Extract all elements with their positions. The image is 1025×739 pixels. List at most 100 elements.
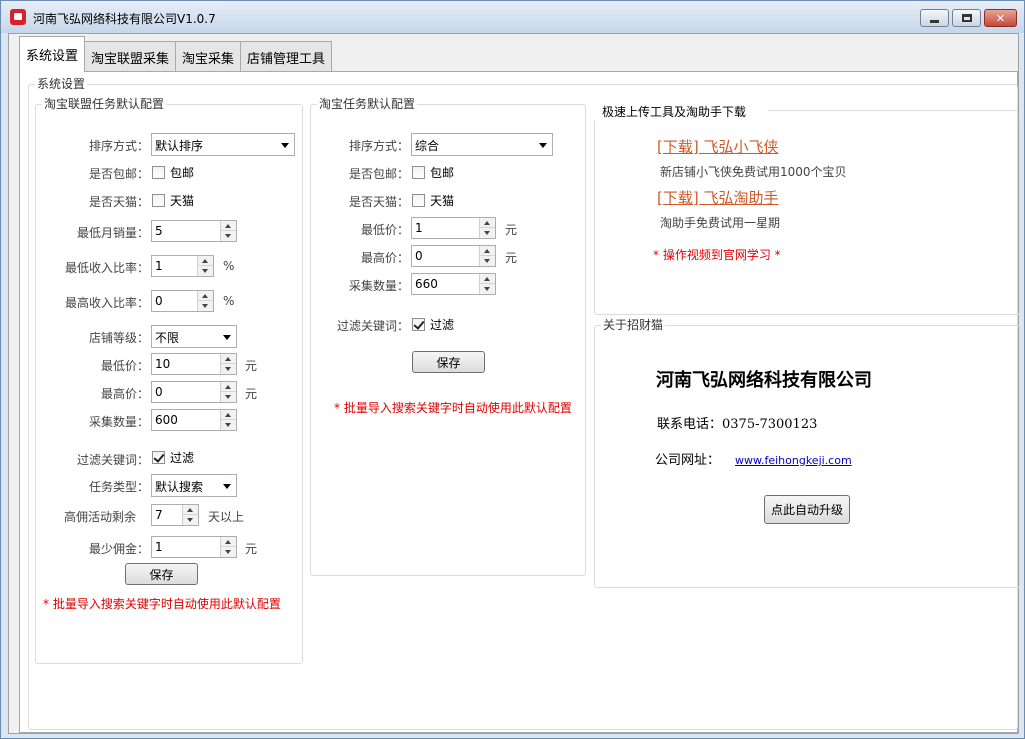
stepper-down-icon[interactable] [480,284,495,294]
min-price-label: 最低价： [360,223,409,237]
title-bar[interactable]: 河南飞弘网络科技有限公司V1.0.7 ✕ [1,1,1024,33]
min-price-label: 最低价： [100,359,149,373]
stepper-down-icon[interactable] [198,266,213,276]
tmall-checkbox[interactable]: 天猫 [412,192,454,209]
alliance-save-button[interactable]: 保存 [125,563,198,585]
xiaofeixia-desc: 新店铺小飞侠免费试用1000个宝贝 [660,165,847,179]
stepper-value: 5 [155,224,163,238]
min-price-stepper[interactable]: 10 [151,353,237,375]
checkbox-box [412,318,425,331]
stepper-value: 1 [415,221,423,235]
stepper-up-icon[interactable] [183,505,198,515]
tmall-label: 是否天猫： [348,195,409,209]
shop-level-label: 店铺等级： [88,331,149,345]
stepper-up-icon[interactable] [198,256,213,266]
sort-select[interactable]: 默认排序 [151,133,295,156]
website-link[interactable]: www.feihongkeji.com [735,454,852,467]
checkbox-box [152,451,165,464]
stepper-up-icon[interactable] [198,291,213,301]
stepper-value: 660 [415,277,438,291]
chevron-down-icon [539,143,547,148]
stepper-down-icon[interactable] [221,231,236,241]
minimize-button[interactable] [920,9,949,27]
tab-alliance-collect[interactable]: 淘宝联盟采集 [84,41,177,72]
tab-shop-tools[interactable]: 店铺管理工具 [240,41,333,72]
download-taozhushou-link[interactable]: [下载] 飞弘淘助手 [657,187,778,208]
min-price-stepper[interactable]: 1 [411,217,496,239]
tmall-label: 是否天猫： [88,195,149,209]
chevron-down-icon [223,484,231,489]
filter-checkbox[interactable]: 过滤 [152,449,194,466]
tab-panel: 系统设置 淘宝联盟任务默认配置 排序方式： 默认排序 是否包邮： 包邮 是否天猫… [19,71,1020,733]
max-ratio-label: 最高收入比率： [64,296,149,310]
stepper-down-icon[interactable] [221,547,236,557]
client-area: 系统设置 淘宝联盟采集 淘宝采集 店铺管理工具 系统设置 淘宝联盟任务默认配置 … [8,33,1020,734]
app-window: 河南飞弘网络科技有限公司V1.0.7 ✕ 系统设置 淘宝联盟采集 淘宝采集 店铺… [0,0,1025,739]
stepper-down-icon[interactable] [183,515,198,525]
divider [768,110,1018,111]
group-title: 关于招财猫 [601,318,666,332]
stepper-down-icon[interactable] [480,228,495,238]
activity-stepper[interactable]: 7 [151,504,199,526]
filter-checkbox[interactable]: 过滤 [412,316,454,333]
max-price-unit: 元 [245,387,258,401]
checkbox-text: 过滤 [430,318,455,332]
count-label: 采集数量： [348,279,409,293]
tab-taobao-collect[interactable]: 淘宝采集 [175,41,242,72]
tab-system-settings[interactable]: 系统设置 [19,36,86,72]
checkbox-text: 包邮 [430,166,455,180]
tmall-checkbox[interactable]: 天猫 [152,192,194,209]
download-section-title: 极速上传工具及淘助手下载 [602,105,747,119]
stepper-up-icon[interactable] [221,410,236,420]
max-price-stepper[interactable]: 0 [411,245,496,267]
window-title: 河南飞弘网络科技有限公司V1.0.7 [33,12,216,26]
sort-select[interactable]: 综合 [411,133,553,156]
sort-select-value: 默认排序 [155,139,204,153]
max-price-stepper[interactable]: 0 [151,381,237,403]
min-commission-label: 最少佣金： [88,542,149,556]
chevron-down-icon [281,143,289,148]
taozhushou-desc: 淘助手免费试用一星期 [660,216,781,230]
stepper-up-icon[interactable] [221,354,236,364]
task-type-select[interactable]: 默认搜索 [151,474,237,497]
free-ship-checkbox[interactable]: 包邮 [412,164,454,181]
stepper-down-icon[interactable] [221,364,236,374]
min-ratio-stepper[interactable]: 1 [151,255,214,277]
stepper-buttons [220,382,236,402]
download-xiaofeixia-link[interactable]: [下载] 飞弘小飞侠 [657,136,778,157]
filter-label: 过滤关键词： [76,453,149,467]
count-stepper[interactable]: 660 [411,273,496,295]
free-ship-label: 是否包邮： [348,167,409,181]
stepper-up-icon[interactable] [221,537,236,547]
auto-upgrade-button[interactable]: 点此自动升级 [764,495,850,524]
stepper-down-icon[interactable] [480,256,495,266]
shop-level-value: 不限 [155,331,180,345]
stepper-up-icon[interactable] [480,274,495,284]
stepper-up-icon[interactable] [480,246,495,256]
taobao-save-button[interactable]: 保存 [412,351,485,373]
stepper-up-icon[interactable] [480,218,495,228]
stepper-buttons [479,274,495,294]
app-logo-icon [10,9,26,25]
shop-level-select[interactable]: 不限 [151,325,237,348]
checkbox-text: 天猫 [430,194,455,208]
stepper-value: 10 [155,357,171,371]
stepper-value: 0 [415,249,423,263]
video-note: * 操作视频到官网学习 * [653,248,781,262]
stepper-down-icon[interactable] [198,301,213,311]
close-button[interactable]: ✕ [984,9,1017,27]
chevron-down-icon [223,335,231,340]
stepper-up-icon[interactable] [221,382,236,392]
min-commission-stepper[interactable]: 1 [151,536,237,558]
stepper-value: 7 [155,508,163,522]
min-sales-label: 最低月销量： [76,226,149,240]
tab-strip: 系统设置 淘宝联盟采集 淘宝采集 店铺管理工具 [19,34,333,72]
maximize-button[interactable] [952,9,981,27]
stepper-down-icon[interactable] [221,420,236,430]
stepper-down-icon[interactable] [221,392,236,402]
free-ship-checkbox[interactable]: 包邮 [152,164,194,181]
count-stepper[interactable]: 600 [151,409,237,431]
stepper-up-icon[interactable] [221,221,236,231]
max-ratio-stepper[interactable]: 0 [151,290,214,312]
min-sales-stepper[interactable]: 5 [151,220,237,242]
